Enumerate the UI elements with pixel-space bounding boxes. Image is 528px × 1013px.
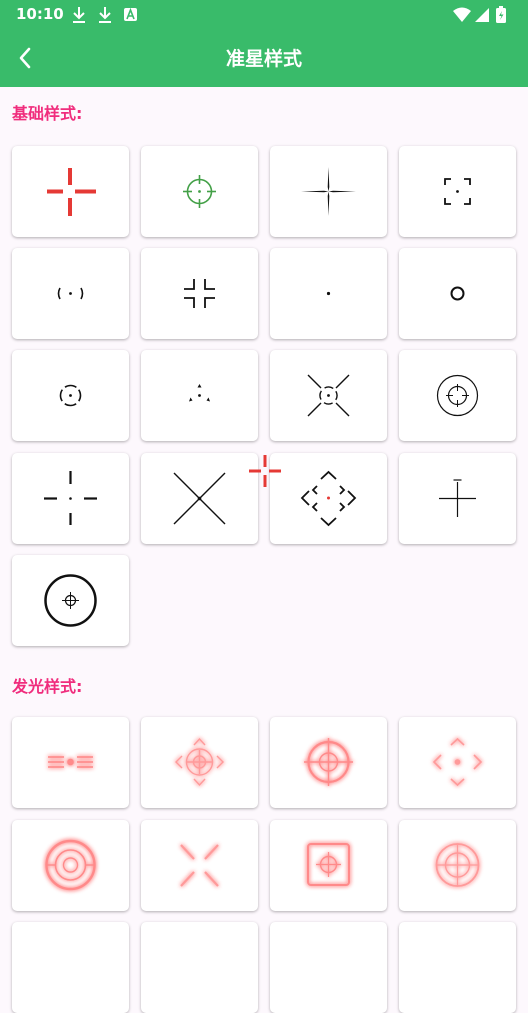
broken-circle-crosshair-icon <box>59 384 82 407</box>
bold-circle-crosshair-icon <box>44 574 97 627</box>
crosshair-style-basic-5[interactable] <box>12 248 129 339</box>
font-a-icon <box>124 7 137 21</box>
crosshair-style-glow-4[interactable] <box>399 717 516 808</box>
crosshair-style-glow-1[interactable] <box>12 717 129 808</box>
green-circle-crosshair-icon <box>183 175 216 208</box>
signal-icon <box>475 8 489 22</box>
floating-crosshair-preview[interactable] <box>248 454 282 488</box>
status-system-icons <box>452 6 514 28</box>
crosshair-style-glow-7[interactable] <box>270 820 387 911</box>
status-time: 10:10 <box>16 5 64 23</box>
crosshair-style-basic-9[interactable] <box>12 350 129 441</box>
crosshair-style-basic-1[interactable] <box>12 146 129 237</box>
circle-crosshair-icon <box>450 286 465 301</box>
x-circle-crosshair-icon <box>307 374 350 417</box>
download-icon <box>99 7 111 23</box>
section-title-basic: 基础样式: <box>12 104 83 123</box>
app-bar: 准星样式 <box>0 30 528 87</box>
glow-diamond-crosshair-icon <box>175 737 224 787</box>
t-cross-crosshair-icon <box>439 479 476 517</box>
section-title-glow: 发光样式: <box>12 677 83 696</box>
paren-dot-crosshair-icon <box>57 287 84 300</box>
gap-cross-crosshair-icon <box>44 471 97 525</box>
glow-square-crosshair-icon <box>307 843 350 886</box>
crosshair-style-glow-6[interactable] <box>141 820 258 911</box>
crosshair-style-basic-4[interactable] <box>399 146 516 237</box>
glow-scope-crosshair-icon <box>304 738 353 786</box>
crosshair-style-glow-3[interactable] <box>270 717 387 808</box>
corner-bracket-crosshair-icon <box>184 279 215 308</box>
crosshair-style-basic-12[interactable] <box>399 350 516 441</box>
crosshair-style-basic-17[interactable] <box>12 555 129 646</box>
crosshair-style-basic-7[interactable] <box>270 248 387 339</box>
crosshair-style-basic-10[interactable] <box>141 350 258 441</box>
glow-arrows-crosshair-icon <box>432 737 483 787</box>
crosshair-style-basic-6[interactable] <box>141 248 258 339</box>
battery-icon <box>496 6 506 23</box>
red-cross-overlay-icon <box>249 455 281 487</box>
double-circle-crosshair-icon <box>436 374 479 417</box>
glow-x-crosshair-icon <box>180 844 219 887</box>
x-crosshair-icon <box>173 472 226 525</box>
crosshair-style-glow-10[interactable] <box>141 922 258 1013</box>
glow-target-crosshair-icon <box>435 843 480 887</box>
crosshair-style-basic-13[interactable] <box>12 453 129 544</box>
red-cross-crosshair-icon <box>47 168 96 216</box>
status-notification-icons <box>72 6 142 28</box>
glow-ring-crosshair-icon <box>45 839 96 891</box>
glow-lines-crosshair-icon <box>48 756 93 768</box>
triangle-dot-crosshair-icon <box>189 384 210 402</box>
diamond-crosshair-icon <box>300 470 357 527</box>
crosshair-style-basic-14[interactable] <box>141 453 258 544</box>
status-bar: 10:10 <box>0 0 528 30</box>
dot-crosshair-icon <box>326 291 331 296</box>
page-title: 准星样式 <box>225 48 302 70</box>
crosshair-style-basic-3[interactable] <box>270 146 387 237</box>
wifi-icon <box>453 7 471 22</box>
crosshair-style-glow-12[interactable] <box>399 922 516 1013</box>
crosshair-style-glow-5[interactable] <box>12 820 129 911</box>
crosshair-style-glow-11[interactable] <box>270 922 387 1013</box>
crosshair-style-basic-11[interactable] <box>270 350 387 441</box>
crosshair-style-glow-2[interactable] <box>141 717 258 808</box>
download-icon <box>73 7 85 23</box>
crosshair-style-glow-8[interactable] <box>399 820 516 911</box>
crosshair-style-basic-15[interactable] <box>270 453 387 544</box>
bracket-square-crosshair-icon <box>444 178 471 205</box>
crosshair-style-basic-16[interactable] <box>399 453 516 544</box>
crosshair-style-basic-8[interactable] <box>399 248 516 339</box>
thin-cross-crosshair-icon <box>301 167 356 216</box>
crosshair-style-basic-2[interactable] <box>141 146 258 237</box>
crosshair-style-glow-9[interactable] <box>12 922 129 1013</box>
